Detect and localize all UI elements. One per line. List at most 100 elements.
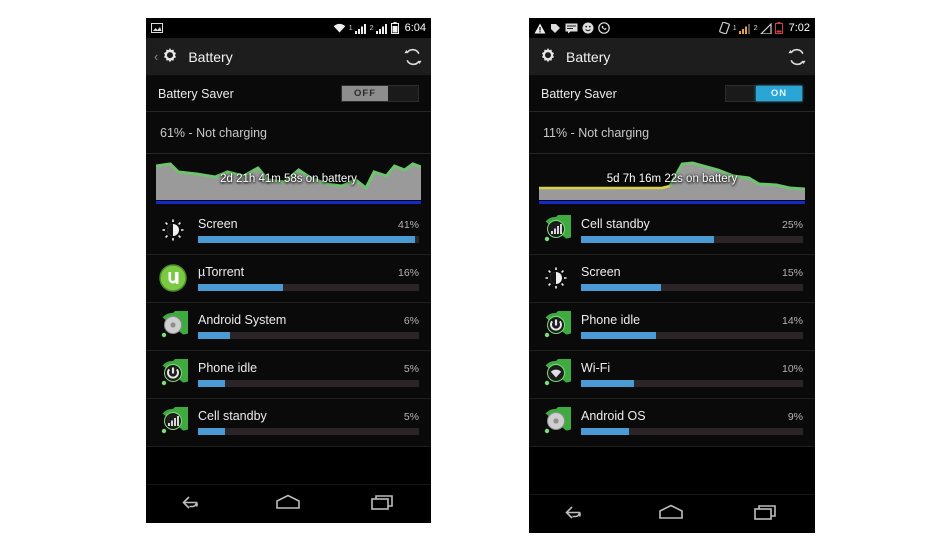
gear-icon bbox=[537, 46, 559, 68]
list-item-name: µTorrent bbox=[198, 265, 245, 279]
battery-graph-wrap[interactable]: 2d 21h 41m 58s on battery bbox=[146, 154, 431, 200]
list-item-name: Phone idle bbox=[581, 313, 641, 327]
utorrent-icon bbox=[156, 261, 190, 295]
recents-icon[interactable] bbox=[753, 503, 781, 526]
list-item-percent: 10% bbox=[781, 363, 803, 375]
list-item[interactable]: Android System 6% bbox=[146, 303, 431, 351]
phone-screen-right: 1 2 7:02 Battery Battery Saver ON 11% - … bbox=[529, 18, 815, 533]
sim1-label: 1 bbox=[732, 24, 737, 32]
list-item-header: Screen 15% bbox=[581, 265, 803, 279]
list-item[interactable]: Cell standby 5% bbox=[146, 399, 431, 447]
battery-graph-wrap[interactable]: 5d 7h 16m 22s on battery bbox=[529, 154, 815, 200]
status-system-icons: 1 2 6:04 bbox=[333, 22, 426, 34]
image-icon bbox=[151, 23, 163, 33]
list-item-name: Cell standby bbox=[198, 409, 267, 423]
phone-screen-left: 1 2 6:04 ‹ Battery Battery Saver OFF 61%… bbox=[146, 18, 431, 523]
list-item-body: Screen 15% bbox=[581, 265, 803, 291]
android-icon bbox=[156, 309, 190, 343]
usage-bar-track bbox=[198, 332, 419, 339]
list-item-header: Cell standby 25% bbox=[581, 217, 803, 231]
signal-icon bbox=[759, 22, 772, 35]
status-clock: 6:04 bbox=[404, 22, 426, 34]
list-item-name: Screen bbox=[581, 265, 621, 279]
list-item[interactable]: Cell standby 25% bbox=[529, 207, 815, 255]
refresh-icon[interactable] bbox=[787, 47, 807, 67]
list-item-header: Phone idle 14% bbox=[581, 313, 803, 327]
list-item-body: Cell standby 25% bbox=[581, 217, 803, 243]
battery-usage-list: Cell standby 25% Screen 15% Phone idle 1… bbox=[529, 207, 815, 447]
brightness-icon bbox=[156, 213, 190, 247]
page-title: Battery bbox=[188, 48, 233, 65]
list-item-body: Wi-Fi 10% bbox=[581, 361, 803, 387]
battery-saver-toggle[interactable]: ON bbox=[725, 85, 803, 102]
wifi-circle-icon bbox=[539, 357, 573, 391]
back-icon[interactable] bbox=[180, 493, 206, 516]
screenshot-stage: 1 2 6:04 ‹ Battery Battery Saver OFF 61%… bbox=[0, 0, 950, 550]
battery-content: Battery Saver ON 11% - Not charging 5d 7… bbox=[529, 76, 815, 447]
sim2-label: 2 bbox=[753, 24, 758, 32]
list-item-header: Android System 6% bbox=[198, 313, 419, 327]
page-title: Battery bbox=[566, 48, 611, 65]
list-item-body: Phone idle 14% bbox=[581, 313, 803, 339]
battery-saver-row[interactable]: Battery Saver ON bbox=[529, 76, 815, 112]
usage-bar-fill bbox=[581, 236, 715, 243]
battery-graph-timeline-bar bbox=[539, 201, 805, 204]
battery-saver-toggle-state: ON bbox=[756, 86, 802, 101]
list-item-header: Phone idle 5% bbox=[198, 361, 419, 375]
home-icon[interactable] bbox=[656, 503, 686, 526]
emoji-icon bbox=[582, 22, 594, 34]
status-notification-icons bbox=[151, 23, 333, 33]
navigation-bar bbox=[146, 484, 431, 523]
wifi-icon bbox=[333, 23, 346, 34]
tag-icon bbox=[550, 23, 561, 34]
list-item[interactable]: Phone idle 14% bbox=[529, 303, 815, 351]
list-item-header: Wi-Fi 10% bbox=[581, 361, 803, 375]
battery-history-graph[interactable]: 5d 7h 16m 22s on battery bbox=[539, 158, 805, 200]
battery-status-text: 61% - Not charging bbox=[160, 125, 268, 140]
usage-bar-track bbox=[198, 284, 419, 291]
whatsapp-icon bbox=[598, 22, 610, 34]
rotate-icon bbox=[718, 21, 730, 35]
battery-status-row: 11% - Not charging bbox=[529, 112, 815, 154]
list-item-body: Cell standby 5% bbox=[198, 409, 419, 435]
usage-bar-track bbox=[581, 332, 803, 339]
battery-saver-toggle[interactable]: OFF bbox=[341, 85, 419, 102]
power-icon bbox=[156, 357, 190, 391]
list-item-header: µTorrent 16% bbox=[198, 265, 419, 279]
battery-graph-label: 2d 21h 41m 58s on battery bbox=[220, 173, 357, 185]
list-item[interactable]: µTorrent 16% bbox=[146, 255, 431, 303]
list-item-percent: 41% bbox=[397, 219, 419, 231]
back-chevron-icon[interactable]: ‹ bbox=[154, 49, 158, 64]
status-system-icons: 1 2 7:02 bbox=[718, 21, 810, 35]
usage-bar-fill bbox=[581, 284, 661, 291]
list-item[interactable]: Screen 15% bbox=[529, 255, 815, 303]
list-item-header: Android OS 9% bbox=[581, 409, 803, 423]
list-item-name: Wi-Fi bbox=[581, 361, 611, 375]
list-item-header: Screen 41% bbox=[198, 217, 419, 231]
signal-bars-icon bbox=[539, 213, 573, 247]
battery-low-icon bbox=[774, 22, 783, 34]
home-icon[interactable] bbox=[273, 493, 303, 516]
battery-status-text: 11% - Not charging bbox=[543, 125, 650, 140]
battery-history-graph[interactable]: 2d 21h 41m 58s on battery bbox=[156, 158, 421, 200]
battery-saver-row[interactable]: Battery Saver OFF bbox=[146, 76, 431, 112]
list-item-header: Cell standby 5% bbox=[198, 409, 419, 423]
action-bar: Battery bbox=[529, 38, 815, 76]
usage-bar-fill bbox=[581, 380, 635, 387]
usage-bar-track bbox=[198, 236, 419, 243]
refresh-icon[interactable] bbox=[403, 47, 423, 67]
back-icon[interactable] bbox=[563, 503, 589, 526]
usage-bar-fill bbox=[198, 332, 230, 339]
recents-icon[interactable] bbox=[370, 493, 398, 516]
list-item-body: Android System 6% bbox=[198, 313, 419, 339]
battery-graph-label: 5d 7h 16m 22s on battery bbox=[606, 173, 738, 185]
list-item[interactable]: Wi-Fi 10% bbox=[529, 351, 815, 399]
list-item-name: Android System bbox=[198, 313, 287, 327]
list-item-name: Android OS bbox=[581, 409, 646, 423]
list-item[interactable]: Android OS 9% bbox=[529, 399, 815, 447]
list-item[interactable]: Screen 41% bbox=[146, 207, 431, 255]
list-item[interactable]: Phone idle 5% bbox=[146, 351, 431, 399]
signal-bars-icon bbox=[156, 405, 190, 439]
brightness-icon bbox=[539, 261, 573, 295]
status-bar: 1 2 6:04 bbox=[146, 18, 431, 38]
